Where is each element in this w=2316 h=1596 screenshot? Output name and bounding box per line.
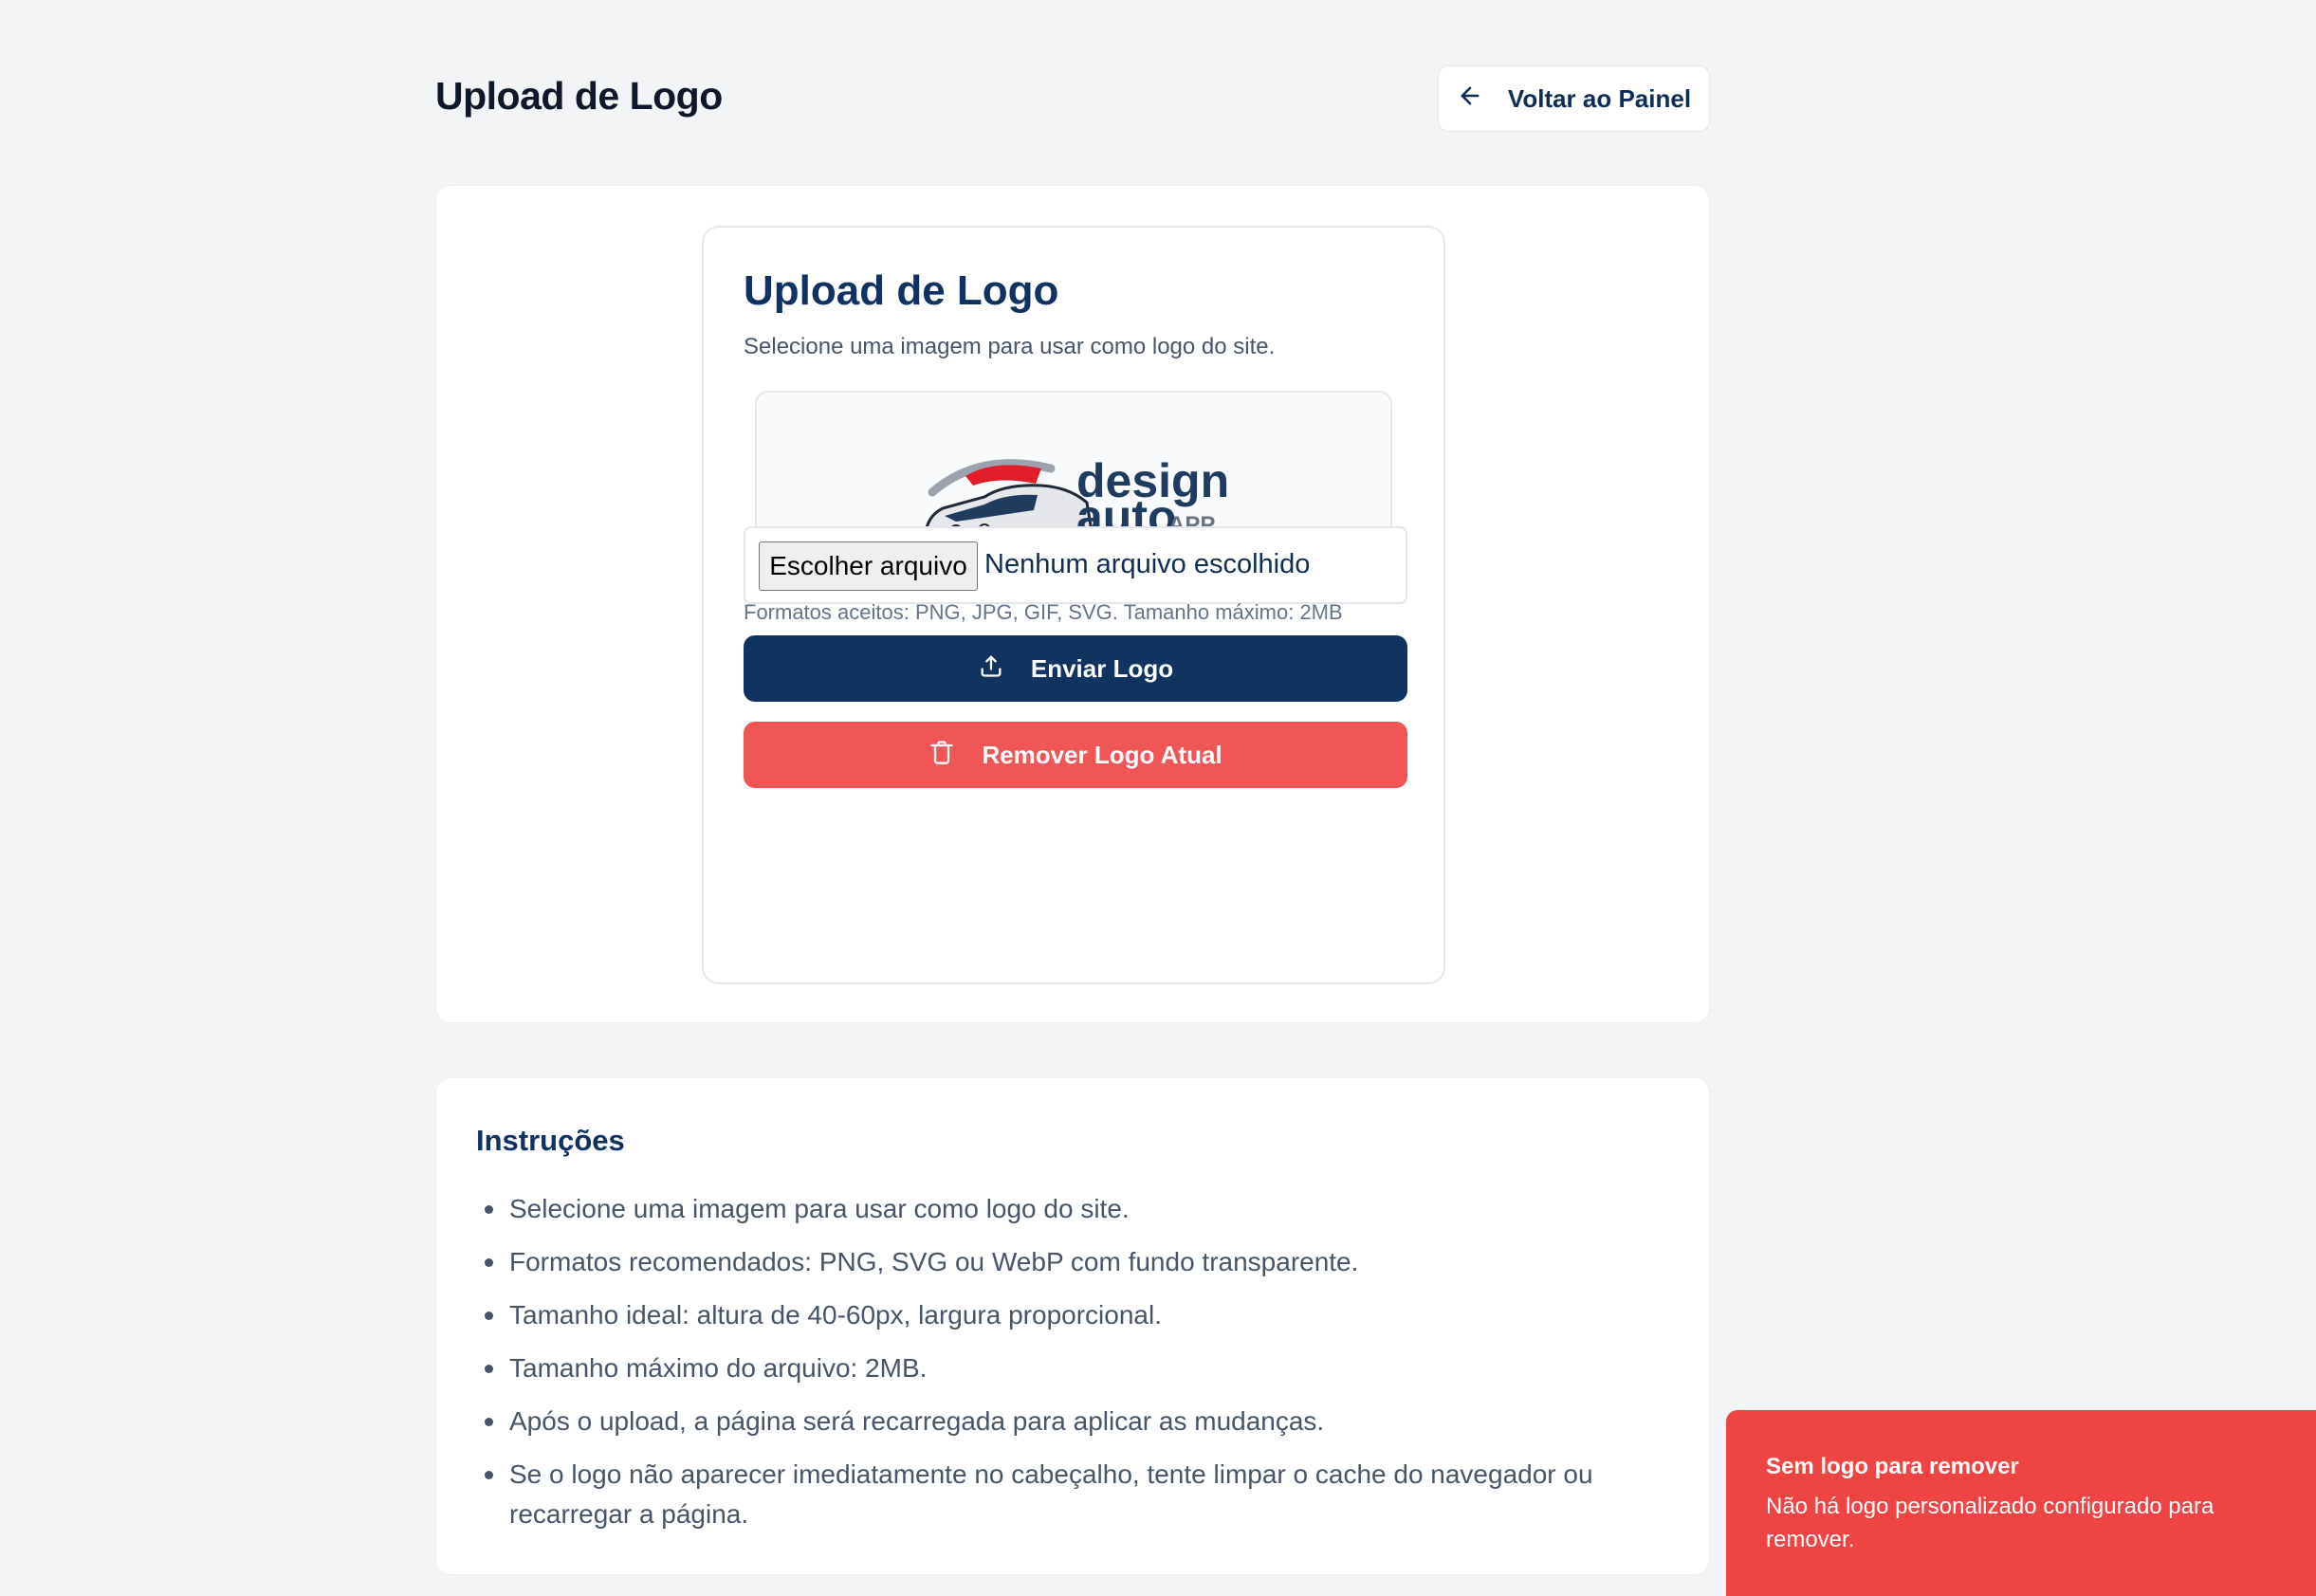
upload-card: Upload de Logo Selecione uma imagem para… [702,226,1445,984]
list-item: Se o logo não aparecer imediatamente no … [476,1455,1652,1534]
send-logo-label: Enviar Logo [1030,653,1174,683]
page: Upload de Logo Voltar ao Painel Upload d… [0,0,2316,1596]
list-item: Tamanho ideal: altura de 40-60px, largur… [476,1295,1652,1335]
trash-icon [928,739,955,772]
back-button-label: Voltar ao Painel [1507,83,1692,113]
page-title: Upload de Logo [435,74,723,118]
send-logo-button[interactable]: Enviar Logo [744,635,1407,702]
list-item: Tamanho máximo do arquivo: 2MB. [476,1348,1652,1388]
formats-hint: Formatos aceitos: PNG, JPG, GIF, SVG. Ta… [744,600,1343,624]
upload-icon [978,652,1004,686]
error-toast[interactable]: Sem logo para remover Não há logo person… [1726,1410,2316,1596]
file-status-text: Nenhum arquivo escolhido [984,549,1311,579]
choose-file-button[interactable]: Escolher arquivo [759,541,978,591]
instructions-list: Selecione uma imagem para usar como logo… [476,1189,1652,1548]
list-item: Após o upload, a página será recarregada… [476,1402,1652,1441]
toast-title: Sem logo para remover [1766,1454,2019,1479]
back-to-dashboard-button[interactable]: Voltar ao Painel [1438,65,1710,132]
file-input[interactable]: Escolher arquivo Nenhum arquivo escolhid… [744,526,1407,604]
list-item: Selecione uma imagem para usar como logo… [476,1189,1652,1229]
remove-logo-button[interactable]: Remover Logo Atual [744,722,1407,788]
list-item: Formatos recomendados: PNG, SVG ou WebP … [476,1242,1652,1282]
remove-logo-label: Remover Logo Atual [982,740,1222,769]
arrow-left-icon [1457,83,1483,116]
instructions-card: Instruções Selecione uma imagem para usa… [435,1077,1710,1575]
upload-card-title: Upload de Logo [744,267,1059,314]
instructions-title: Instruções [476,1124,625,1157]
main-card: Upload de Logo Selecione uma imagem para… [435,185,1710,1023]
upload-card-subtitle: Selecione uma imagem para usar como logo… [744,334,1276,359]
toast-message: Não há logo personalizado configurado pa… [1766,1494,2215,1552]
